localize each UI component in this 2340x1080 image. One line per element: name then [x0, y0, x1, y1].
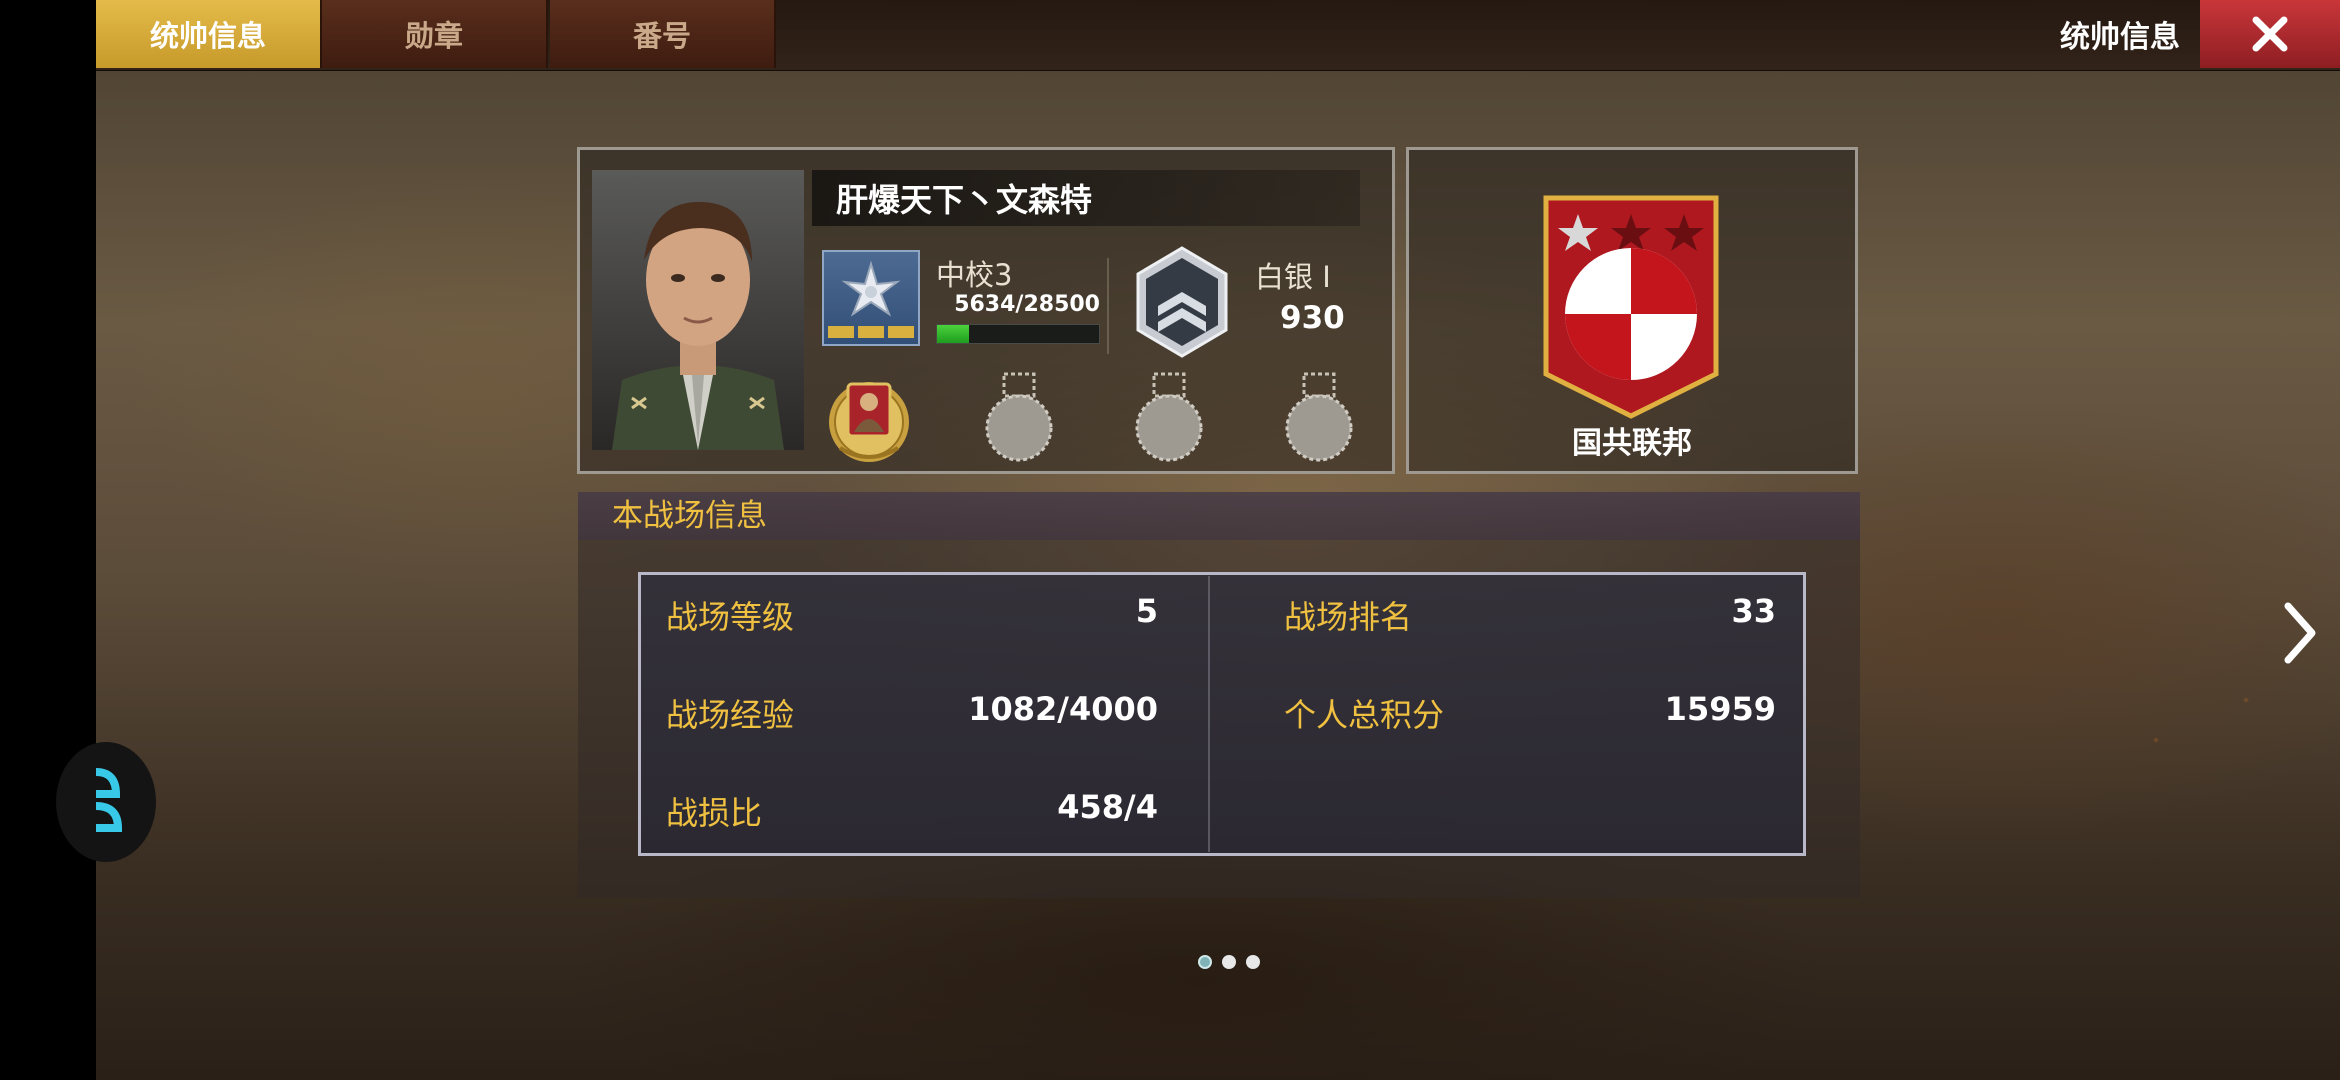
stat-value-battle-level: 5	[1135, 592, 1158, 630]
chevron-right-icon	[2284, 602, 2316, 664]
stat-label-battle-rank: 战场排名	[1284, 598, 1413, 636]
rank-exp-text: 5634/28500	[954, 292, 1100, 317]
rank-insignia-icon[interactable]	[822, 250, 920, 346]
empty-medal-slot-icon[interactable]	[1126, 370, 1212, 466]
close-icon	[2252, 16, 2288, 52]
rank-exp-fill	[937, 325, 970, 343]
battlefield-info-title: 本战场信息	[612, 498, 767, 534]
commander-avatar[interactable]	[592, 170, 804, 450]
pager-dot-2[interactable]	[1222, 955, 1236, 969]
stat-label-battle-level: 战场等级	[666, 598, 795, 636]
tab-unit-number[interactable]: 番号	[550, 0, 776, 68]
soldier-medal-icon[interactable]	[826, 370, 912, 466]
stat-value-kd-ratio: 458/4	[1057, 788, 1158, 826]
empty-medal-slot-icon[interactable]	[976, 370, 1062, 466]
stat-value-total-score: 15959	[1664, 690, 1776, 728]
stat-label-kd-ratio: 战损比	[666, 794, 763, 832]
pager-dot-1[interactable]	[1198, 955, 1212, 969]
stat-value-battle-exp: 1082/4000	[968, 690, 1158, 728]
rank-exp-bar	[936, 324, 1100, 344]
faction-name: 国共联邦	[1572, 426, 1692, 461]
floating-assistant-icon	[60, 756, 152, 848]
battlefield-info-header	[578, 492, 1860, 540]
screen-edge	[0, 0, 96, 1080]
tier-name: 白银 I	[1255, 260, 1331, 294]
floating-assistant-button[interactable]	[56, 742, 156, 862]
tier-score: 930	[1280, 300, 1345, 336]
next-page-arrow[interactable]	[2278, 598, 2322, 668]
stat-label-battle-exp: 战场经验	[666, 696, 795, 734]
stats-column-divider	[1208, 576, 1210, 852]
commander-name: 肝爆天下丶文森特	[812, 170, 1360, 226]
silver-tier-icon[interactable]	[1132, 244, 1232, 360]
page-title: 统帅信息	[2060, 20, 2180, 55]
faction-emblem-icon[interactable]	[1542, 194, 1720, 420]
close-button[interactable]	[2200, 0, 2340, 68]
stat-label-total-score: 个人总积分	[1284, 696, 1445, 734]
game-screen: 统帅信息 勋章 番号 统帅信息 肝爆天下丶文森特 中校3 5634/28500 …	[0, 0, 2340, 1080]
tab-medals[interactable]: 勋章	[322, 0, 548, 68]
empty-medal-slot-icon[interactable]	[1276, 370, 1362, 466]
tab-commander-info[interactable]: 统帅信息	[96, 0, 322, 68]
divider	[1107, 258, 1109, 354]
stat-value-battle-rank: 33	[1731, 592, 1776, 630]
rank-name: 中校3	[936, 258, 1013, 292]
pager-dot-3[interactable]	[1246, 955, 1260, 969]
